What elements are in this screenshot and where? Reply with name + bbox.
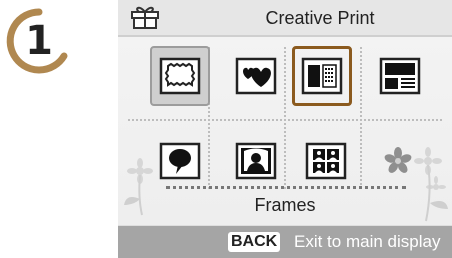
camera-screen: Creative Print Frames BACK Exit to main … <box>118 0 452 258</box>
four-portraits-layout-icon <box>305 142 347 180</box>
step-badge: 1 <box>6 8 72 74</box>
page-title: Creative Print <box>265 8 375 28</box>
portrait-frame-layout-icon <box>235 142 277 180</box>
calendar-layout-icon <box>301 57 343 95</box>
layout-option-four-portraits[interactable] <box>296 131 356 191</box>
frame-layout-icon <box>159 57 201 95</box>
footer-bar: BACK Exit to main display <box>118 226 452 258</box>
back-button[interactable]: BACK <box>228 232 281 252</box>
layout-option-frame[interactable] <box>150 46 210 106</box>
layout-option-calendar[interactable] <box>292 46 352 106</box>
photo-with-text-layout-icon <box>379 57 421 95</box>
layout-grid: Frames <box>118 37 452 225</box>
hearts-layout-icon <box>235 57 277 95</box>
step-number: 1 <box>25 18 53 64</box>
dotted-divider <box>166 186 406 189</box>
gift-icon <box>130 5 160 34</box>
layout-option-hearts[interactable] <box>226 46 286 106</box>
speech-bubble-layout-icon <box>159 142 201 180</box>
layout-option-photo-text[interactable] <box>370 46 430 106</box>
back-hint-text: Exit to main display <box>294 232 441 251</box>
mode-label: Frames <box>254 195 316 215</box>
title-bar: Creative Print <box>118 0 452 37</box>
layout-option-portrait-frame[interactable] <box>226 131 286 191</box>
